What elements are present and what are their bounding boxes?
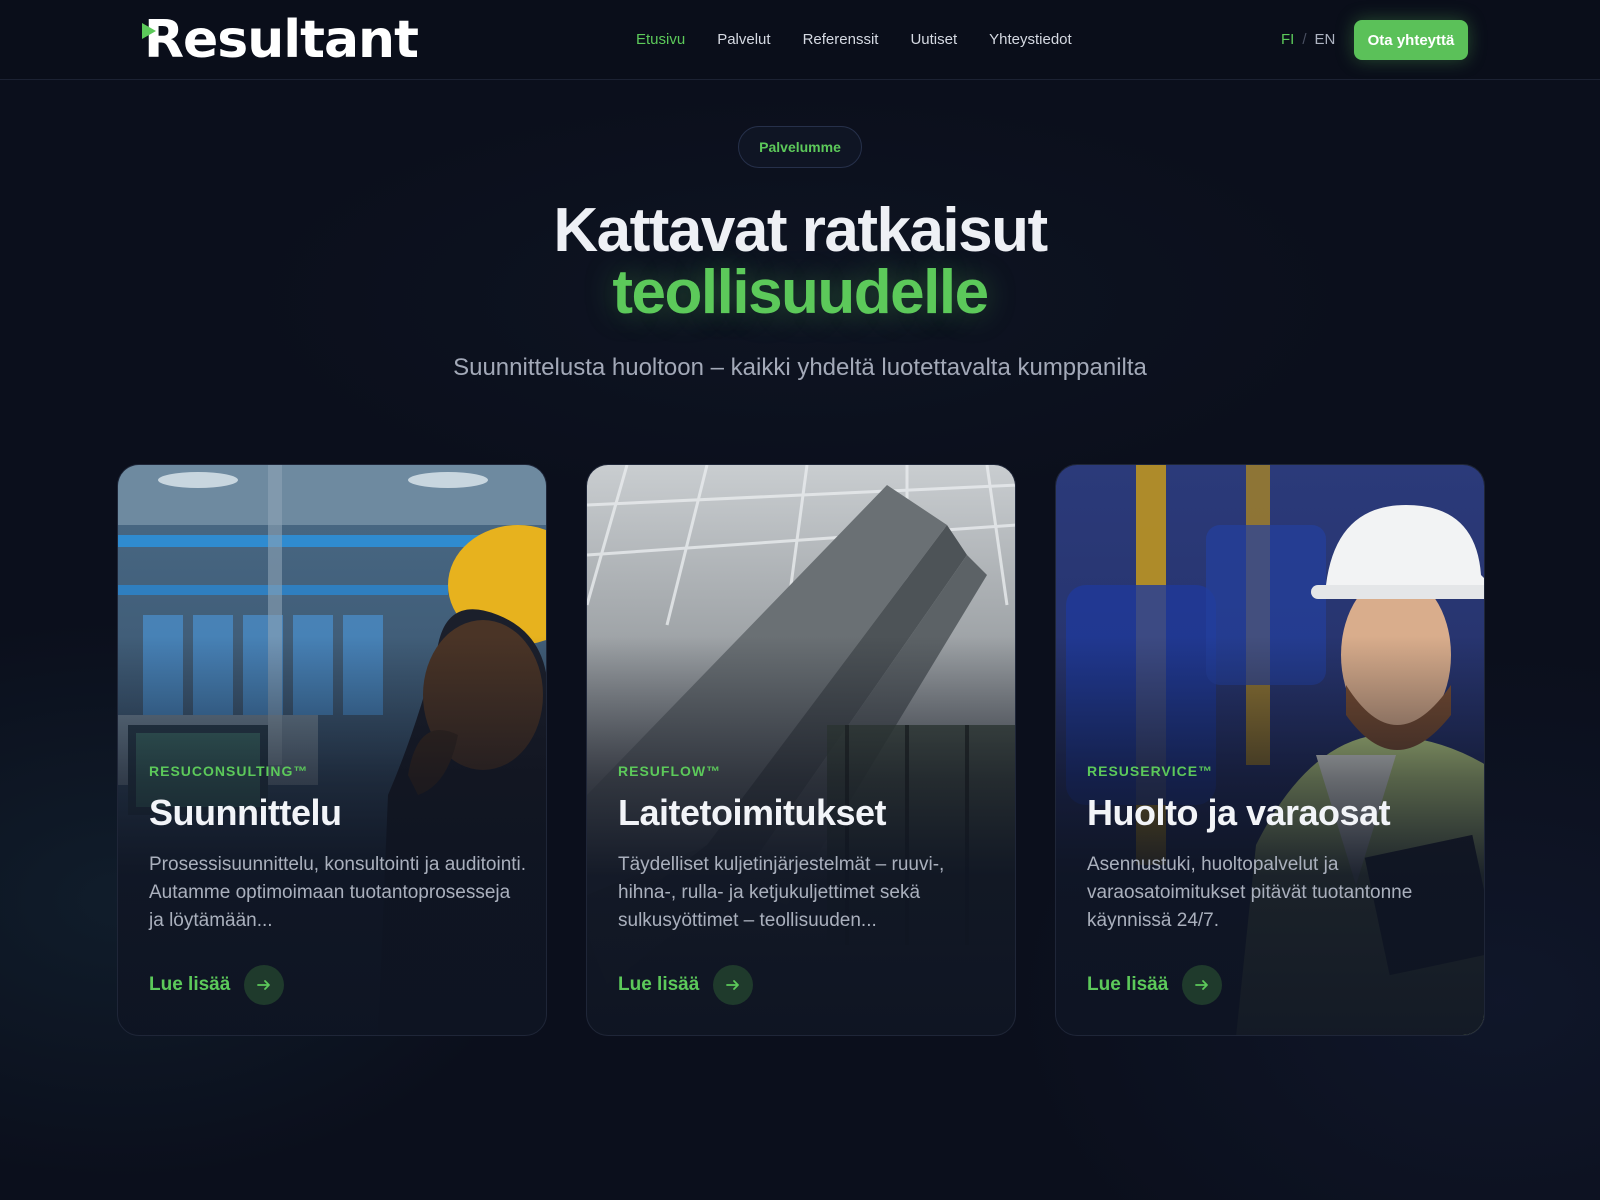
card-tag: RESUSERVICE™: [1087, 763, 1214, 779]
card-content: RESUFLOW™ Laitetoimitukset Täydelliset k…: [618, 761, 991, 935]
logo-text: Resultant: [144, 10, 419, 70]
read-more-link[interactable]: Lue lisää: [149, 965, 285, 1005]
lang-en[interactable]: EN: [1315, 29, 1336, 51]
card-shade: [587, 465, 1015, 1035]
hero-title-line1: Kattavat ratkaisut: [553, 196, 1048, 265]
arrow-right-icon[interactable]: [1182, 965, 1223, 1005]
site-header: Resultant Etusivu Palvelut Referenssit U…: [0, 0, 1600, 80]
nav-item-uutiset[interactable]: Uutiset: [910, 29, 957, 51]
hero-title-line2: teollisuudelle: [612, 258, 989, 327]
card-tag: RESUFLOW™: [618, 763, 722, 779]
logo-mark-icon: [142, 23, 156, 39]
logo[interactable]: Resultant: [140, 10, 419, 70]
card-shade: [1056, 465, 1484, 1035]
read-more-label: Lue lisää: [1087, 974, 1169, 995]
contact-button[interactable]: Ota yhteyttä: [1354, 20, 1468, 60]
read-more-label: Lue lisää: [618, 974, 700, 995]
section-pill: Palvelumme: [738, 126, 862, 168]
nav-item-etusivu[interactable]: Etusivu: [636, 29, 685, 51]
nav-item-yhteystiedot[interactable]: Yhteystiedot: [989, 29, 1072, 51]
language-switcher: FI / EN: [1281, 29, 1335, 51]
card-content: RESUCONSULTING™ Suunnittelu Prosessisuun…: [149, 761, 526, 935]
card-shade: [118, 465, 546, 1035]
main-nav: Etusivu Palvelut Referenssit Uutiset Yht…: [636, 29, 1104, 51]
read-more-link[interactable]: Lue lisää: [618, 965, 754, 1005]
card-title: Suunnittelu: [149, 792, 342, 833]
arrow-right-icon[interactable]: [713, 965, 754, 1005]
nav-item-palvelut[interactable]: Palvelut: [717, 29, 770, 51]
lang-separator: /: [1302, 31, 1307, 48]
nav-item-referenssit[interactable]: Referenssit: [803, 29, 879, 51]
card-tag: RESUCONSULTING™: [149, 763, 309, 779]
card-description: Täydelliset kuljetinjärjestelmät – ruuvi…: [618, 854, 945, 931]
card-title: Laitetoimitukset: [618, 792, 887, 833]
card-description: Prosessisuunnittelu, konsultointi ja aud…: [149, 854, 527, 931]
card-content: RESUSERVICE™ Huolto ja varaosat Asennust…: [1087, 761, 1460, 935]
lang-fi[interactable]: FI: [1281, 29, 1294, 51]
service-card-suunnittelu[interactable]: RESUCONSULTING™ Suunnittelu Prosessisuun…: [117, 464, 547, 1036]
hero-subtitle: Suunnittelusta huoltoon – kaikki yhdeltä…: [453, 354, 1147, 381]
arrow-right-icon[interactable]: [244, 965, 285, 1005]
card-title: Huolto ja varaosat: [1087, 792, 1391, 833]
service-card-laitetoimitukset[interactable]: RESUFLOW™ Laitetoimitukset Täydelliset k…: [586, 464, 1016, 1036]
card-description: Asennustuki, huoltopalvelut ja varaosato…: [1087, 854, 1413, 931]
read-more-link[interactable]: Lue lisää: [1087, 965, 1223, 1005]
service-card-huolto-ja-varaosat[interactable]: RESUSERVICE™ Huolto ja varaosat Asennust…: [1055, 464, 1485, 1036]
read-more-label: Lue lisää: [149, 974, 231, 995]
